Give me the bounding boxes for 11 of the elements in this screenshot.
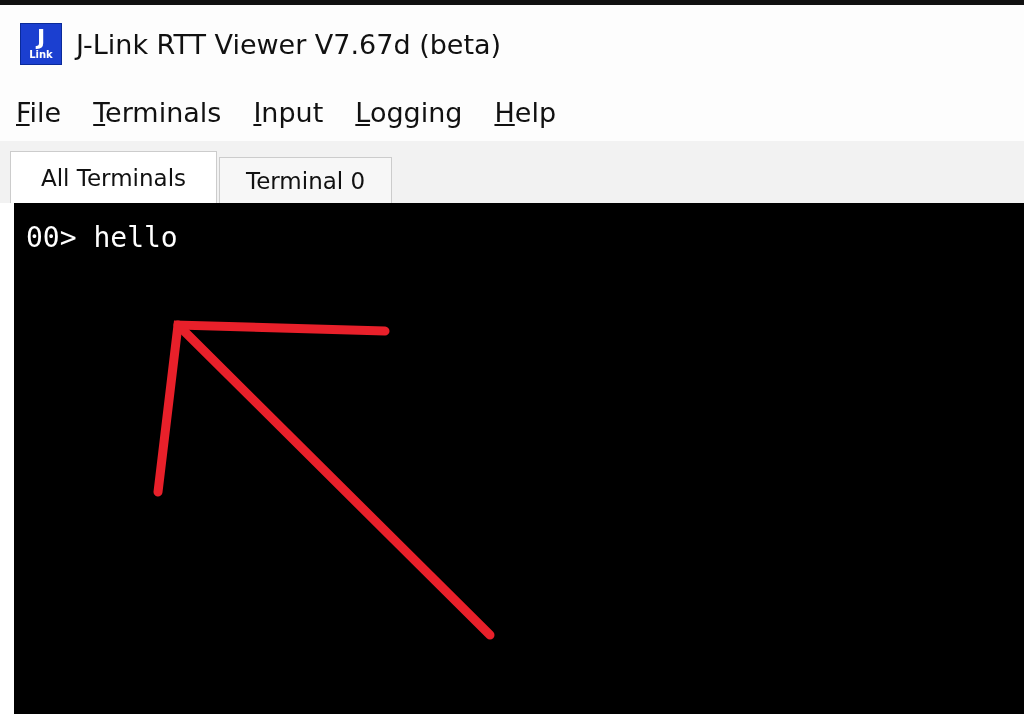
menu-item[interactable]: Input [253, 96, 324, 128]
tab[interactable]: Terminal 0 [219, 157, 393, 203]
tab[interactable]: All Terminals [10, 151, 217, 203]
menu-item[interactable]: Terminals [93, 96, 222, 128]
menu-item[interactable]: Help [494, 96, 557, 128]
terminal-line: 00> hello [26, 221, 179, 254]
window-title: J-Link RTT Viewer V7.67d (beta) [76, 28, 502, 60]
logo-letter: J [36, 27, 46, 49]
menu-item[interactable]: Logging [355, 96, 463, 128]
logo-subtext: Link [29, 49, 53, 61]
menu-item[interactable]: File [16, 96, 62, 128]
